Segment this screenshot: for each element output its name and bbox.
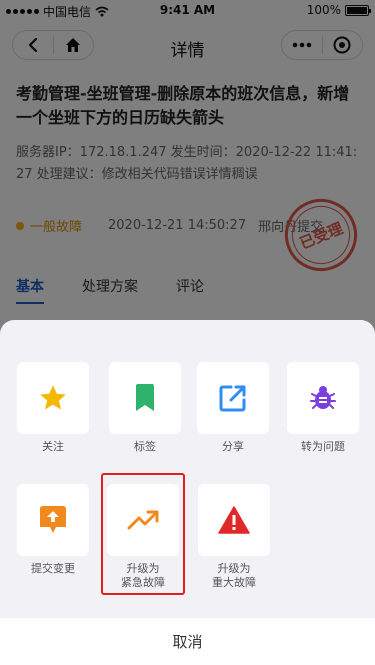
share-icon <box>219 385 246 412</box>
action-share[interactable]: 分享 <box>197 362 269 454</box>
action-convert-issue[interactable]: 转为问题 <box>287 362 359 454</box>
share-tile[interactable] <box>197 362 269 434</box>
action-label: 转为问题 <box>301 440 345 453</box>
action-follow[interactable]: 关注 <box>17 362 89 454</box>
submit-change-tile[interactable] <box>17 484 89 556</box>
bug-icon <box>310 386 336 409</box>
tag-tile[interactable] <box>109 362 181 434</box>
action-label: 提交变更 <box>31 562 75 575</box>
upload-icon <box>40 506 66 533</box>
upgrade-major-tile[interactable] <box>198 484 270 556</box>
follow-tile[interactable] <box>17 362 89 434</box>
action-label: 标签 <box>134 440 156 453</box>
bookmark-icon <box>136 384 154 411</box>
convert-issue-tile[interactable] <box>287 362 359 434</box>
action-label: 关注 <box>42 440 64 453</box>
action-tag[interactable]: 标签 <box>109 362 181 454</box>
action-upgrade-major[interactable]: 升级为 重大故障 <box>198 484 270 590</box>
highlight-box <box>101 473 185 595</box>
action-label: 升级为 重大故障 <box>212 562 256 589</box>
star-icon <box>40 385 66 410</box>
action-label: 分享 <box>222 440 244 453</box>
warning-icon <box>218 506 250 534</box>
cancel-button[interactable]: 取消 <box>0 618 375 665</box>
action-submit-change[interactable]: 提交变更 <box>17 484 89 576</box>
